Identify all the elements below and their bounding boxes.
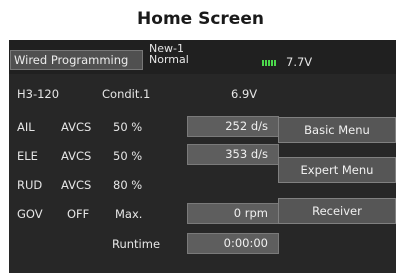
condition-mode: Normal (149, 53, 189, 66)
runtime-timer[interactable]: 0:00:00 (187, 233, 279, 254)
gyro-channel-ail: AIL (17, 120, 35, 134)
receiver-button[interactable]: Receiver (278, 198, 396, 224)
gyro-mode-ail: AVCS (61, 120, 92, 134)
governor-max-label: Max. (115, 207, 143, 221)
governor-rpm-field[interactable]: 0 rpm (187, 203, 279, 224)
gyro-mode-ele: AVCS (61, 149, 92, 163)
gyro-channel-ele: ELE (17, 149, 38, 163)
controller-screen: Wired Programming New-1 Normal 7.7V H3-1… (9, 40, 396, 273)
condition-label: Condit.1 (102, 87, 151, 101)
expert-menu-button[interactable]: Expert Menu (278, 157, 396, 183)
gyro-channel-rud: RUD (17, 178, 43, 192)
gyro-rate-ail-field[interactable]: 252 d/s (187, 116, 279, 137)
gyro-rate-ele-field[interactable]: 353 d/s (187, 144, 279, 165)
battery-voltage: 7.7V (286, 55, 313, 69)
governor-label: GOV (17, 207, 43, 221)
basic-menu-button[interactable]: Basic Menu (278, 117, 396, 143)
battery-level-icon (262, 60, 276, 66)
receiver-voltage: 6.9V (231, 87, 258, 101)
gyro-gain-ele: 50 % (113, 149, 143, 163)
wired-programming-tab[interactable]: Wired Programming (10, 50, 143, 70)
model-type: H3-120 (17, 87, 60, 101)
gyro-gain-ail: 50 % (113, 120, 143, 134)
runtime-label: Runtime (112, 237, 161, 251)
governor-status: OFF (67, 207, 90, 221)
gyro-gain-rud: 80 % (113, 178, 143, 192)
gyro-mode-rud: AVCS (61, 178, 92, 192)
page-heading: Home Screen (137, 9, 264, 29)
status-bar: Wired Programming New-1 Normal 7.7V (9, 40, 396, 74)
